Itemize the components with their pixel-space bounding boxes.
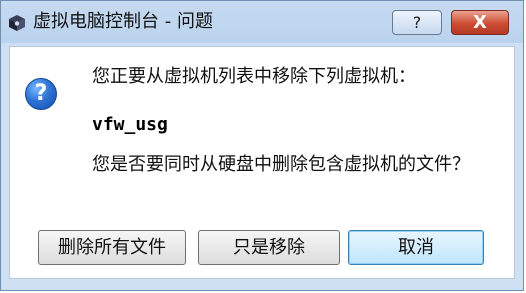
- dialog-content: ? 您正要从虚拟机列表中移除下列虚拟机： vfw_usg 您是否要同时从硬盘中删…: [9, 46, 515, 279]
- title-bar[interactable]: 虚拟电脑控制台 - 问题 ? X: [1, 1, 523, 43]
- vm-name: vfw_usg: [92, 114, 168, 135]
- message-line-2: 您是否要同时从硬盘中删除包含虚拟机的文件？: [92, 154, 470, 175]
- virtualbox-cube-icon: [7, 14, 27, 32]
- window-title: 虚拟电脑控制台 - 问题: [33, 11, 213, 32]
- help-button[interactable]: ?: [392, 10, 442, 35]
- close-button[interactable]: X: [451, 10, 509, 35]
- cancel-button[interactable]: 取消: [348, 230, 484, 265]
- delete-all-files-button[interactable]: 删除所有文件: [38, 230, 186, 265]
- message-line-1: 您正要从虚拟机列表中移除下列虚拟机：: [92, 66, 416, 87]
- question-icon: ?: [25, 78, 57, 110]
- question-dialog: 虚拟电脑控制台 - 问题 ? X ? 您正要从虚拟机列表中移除下列虚拟机： vf…: [0, 0, 524, 291]
- remove-only-button[interactable]: 只是移除: [198, 230, 340, 265]
